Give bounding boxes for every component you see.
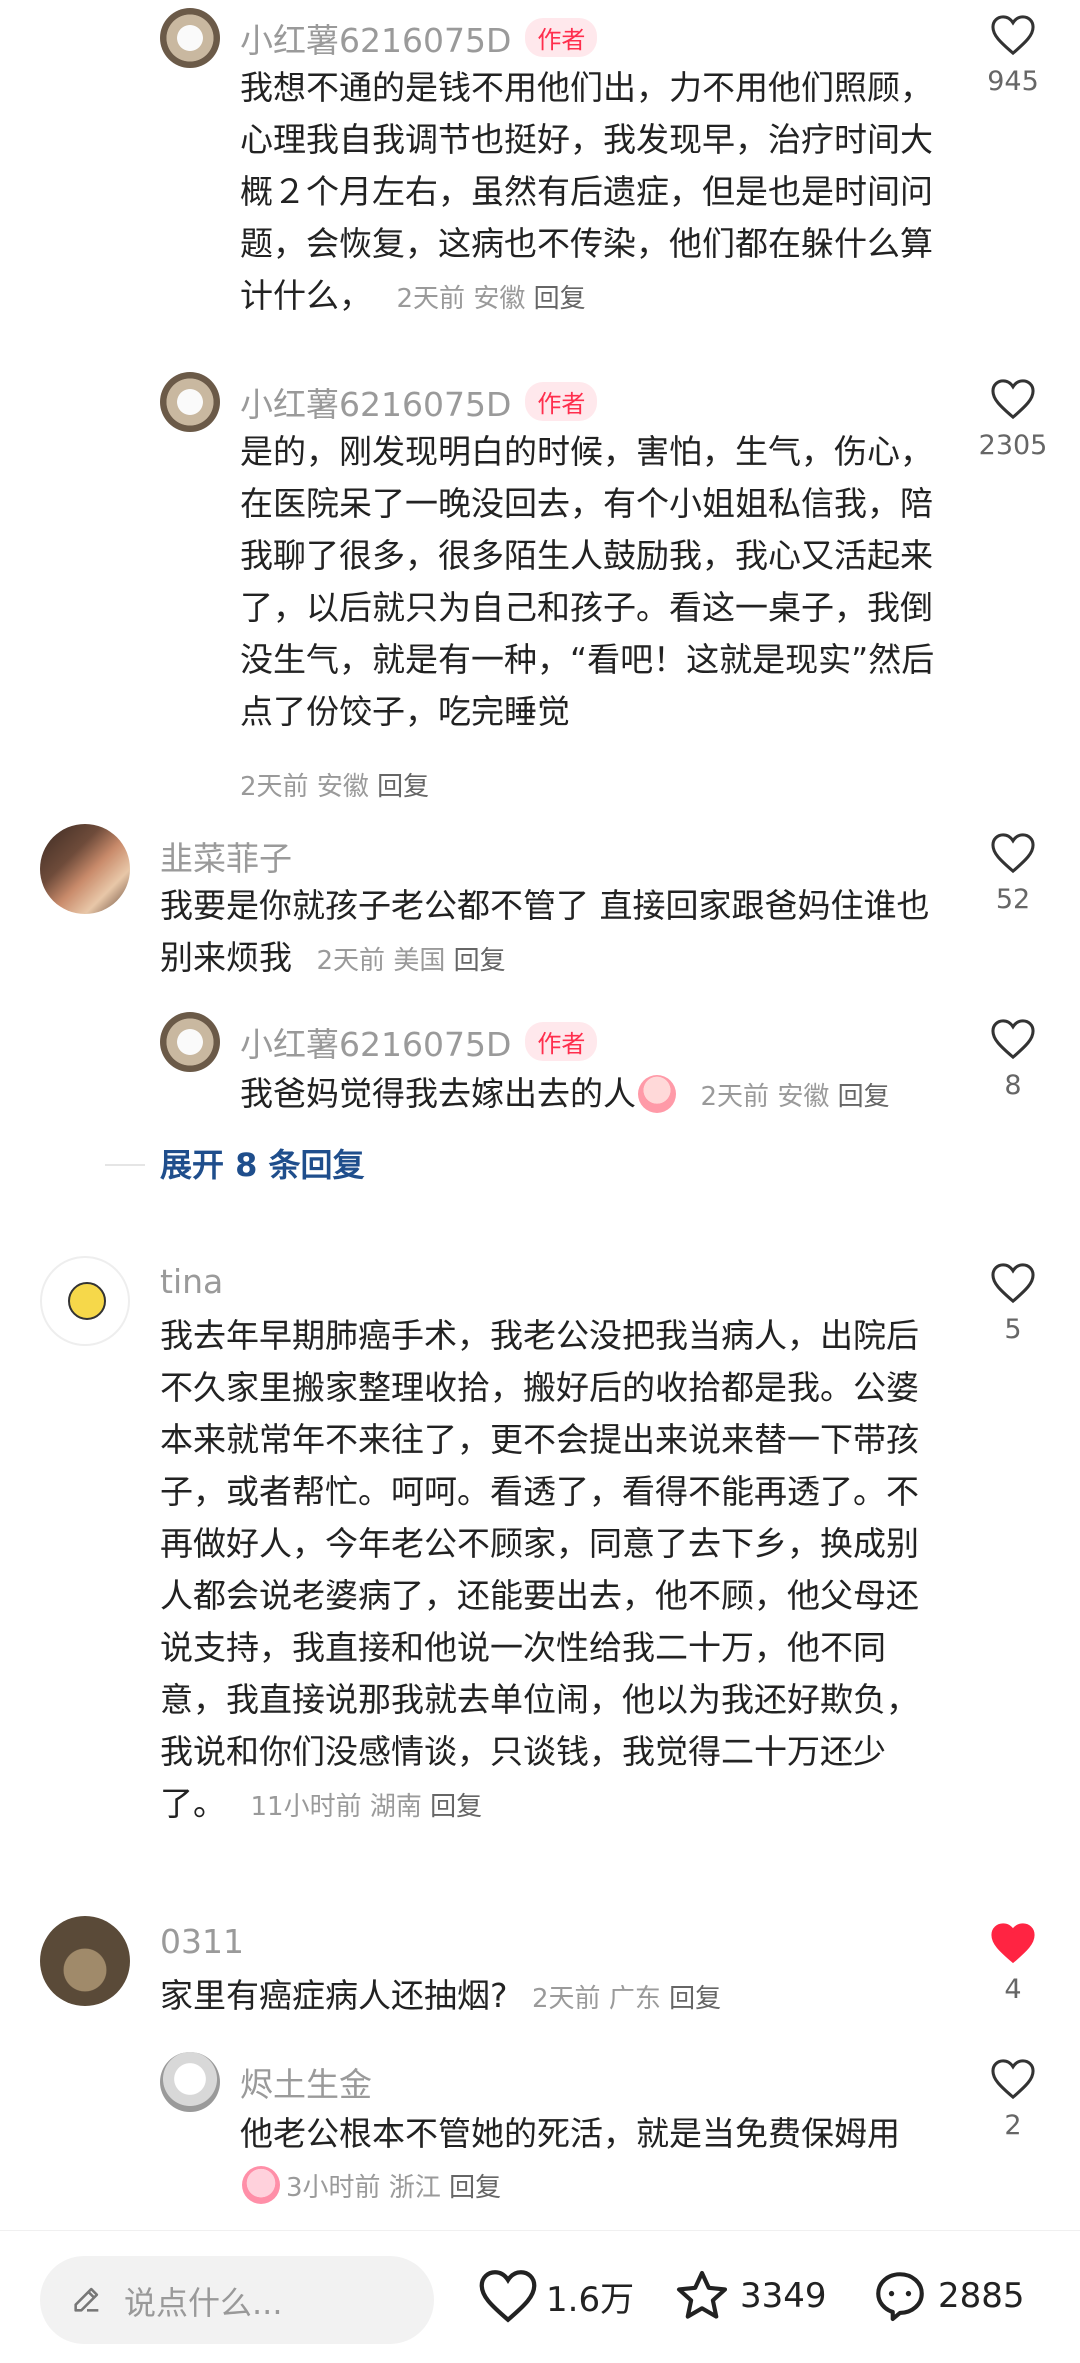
like-post-count: 1.6万 [546, 2279, 635, 2320]
like-button[interactable]: 8 [968, 1018, 1058, 1101]
star-outline-icon [676, 2270, 728, 2319]
comment-text[interactable]: 他老公根本不管她的死活，就是当免费保姆用 [240, 2108, 970, 2160]
crying-emoji-icon [638, 1075, 676, 1113]
heart-outline-icon [991, 379, 1035, 420]
like-count: 945 [987, 66, 1039, 97]
like-button[interactable]: 5 [968, 1262, 1058, 1345]
reply-button[interactable]: 回复 [449, 2173, 501, 2203]
expand-replies-button[interactable]: 展开 8 条回复 [105, 1140, 660, 1190]
comment-meta: 3小时前 浙江 回复 [240, 2166, 501, 2204]
like-count: 2305 [978, 430, 1048, 461]
reply-button[interactable]: 回复 [669, 1984, 721, 2014]
pencil-icon [74, 2287, 99, 2312]
like-count: 5 [1004, 1314, 1022, 1345]
like-count: 8 [1004, 1070, 1022, 1101]
avatar[interactable] [160, 1012, 220, 1072]
comment-meta: 2天前 美国 回复 [316, 946, 506, 976]
reply-button[interactable]: 回复 [838, 1082, 890, 1112]
avatar[interactable] [40, 1916, 130, 2006]
comment-bubble-icon [876, 2272, 924, 2322]
comment-text[interactable]: 我要是你就孩子老公都不管了 直接回家跟爸妈住谁也别来烦我 2天前 美国 回复 [160, 880, 950, 987]
reply-button[interactable]: 回复 [534, 284, 586, 314]
chick-icon [68, 1282, 106, 1320]
comment-author[interactable]: 小红薯6216075D 作者 [240, 1018, 598, 1066]
bottom-action-bar: 说点什么... 1.6万 3349 2885 [0, 2230, 1080, 2363]
comment-author[interactable]: 小红薯6216075D 作者 [240, 378, 598, 426]
heart-outline-icon [991, 1263, 1035, 1304]
like-button[interactable]: 2305 [968, 378, 1058, 461]
like-button[interactable]: 52 [968, 832, 1058, 915]
comment-text[interactable]: 我去年早期肺癌手术，我老公没把我当病人，出院后不久家里搬家整理收拾，搬好后的收拾… [160, 1310, 950, 1833]
like-count: 2 [1004, 2110, 1022, 2141]
comment-author[interactable]: tina [160, 1262, 223, 1301]
author-badge: 作者 [525, 382, 598, 421]
reply-button[interactable]: 回复 [430, 1792, 482, 1822]
pig-emoji-icon [242, 2166, 280, 2204]
comment-author[interactable]: 烬土生金 [240, 2058, 372, 2106]
comments-button[interactable]: 2885 [870, 2261, 1025, 2331]
avatar[interactable] [40, 824, 130, 914]
heart-filled-icon [991, 1923, 1035, 1964]
avatar[interactable] [160, 2052, 220, 2112]
comment-meta: 2天前 安徽 回复 [240, 772, 430, 802]
comment-author[interactable]: 小红薯6216075D 作者 [240, 14, 598, 62]
like-post-button[interactable]: 1.6万 [478, 2261, 634, 2331]
heart-outline-icon [991, 2059, 1035, 2100]
heart-outline-icon [991, 15, 1035, 56]
like-button[interactable]: 4 [968, 1922, 1058, 2005]
comment-meta: 2天前 安徽 回复 [700, 1082, 890, 1112]
comment-text[interactable]: 我爸妈觉得我去嫁出去的人 2天前 安徽 回复 [240, 1068, 970, 1123]
comment-meta: 11小时前 湖南 回复 [250, 1792, 483, 1822]
like-button[interactable]: 2 [968, 2058, 1058, 2141]
reply-button[interactable]: 回复 [377, 772, 429, 802]
comment-meta: 2天前 广东 回复 [532, 1984, 722, 2014]
avatar[interactable] [160, 372, 220, 432]
comment-text[interactable]: 家里有癌症病人还抽烟? 2天前 广东 回复 [160, 1970, 950, 2025]
comment-meta: 2天前 安徽 回复 [396, 284, 586, 314]
heart-outline-icon [991, 1019, 1035, 1060]
comment-text[interactable]: 是的，刚发现明白的时候，害怕，生气，伤心，在医院呆了一晚没回去，有个小姐姐私信我… [240, 426, 950, 738]
expand-replies-label: 展开 8 条回复 [160, 1146, 365, 1184]
divider [105, 1164, 145, 1166]
avatar[interactable] [40, 1256, 130, 1346]
comment-input-placeholder: 说点什么... [124, 2284, 283, 2322]
avatar[interactable] [160, 8, 220, 68]
like-count: 4 [1004, 1974, 1022, 2005]
favorite-button[interactable]: 3349 [672, 2261, 827, 2331]
comment-text[interactable]: 我想不通的是钱不用他们出，力不用他们照顾，心理我自我调节也挺好，我发现早，治疗时… [240, 62, 950, 325]
reply-button[interactable]: 回复 [454, 946, 506, 976]
heart-outline-icon [991, 833, 1035, 874]
like-count: 52 [995, 884, 1031, 915]
comment-author[interactable]: 韭菜菲子 [160, 832, 292, 880]
favorite-count: 3349 [740, 2276, 827, 2316]
like-button[interactable]: 945 [968, 14, 1058, 97]
comment-input[interactable]: 说点什么... [40, 2256, 434, 2344]
comment-author[interactable]: 0311 [160, 1922, 244, 1961]
author-badge: 作者 [525, 18, 598, 57]
heart-outline-icon [479, 2270, 537, 2323]
author-badge: 作者 [525, 1022, 598, 1061]
comments-count: 2885 [938, 2276, 1025, 2316]
